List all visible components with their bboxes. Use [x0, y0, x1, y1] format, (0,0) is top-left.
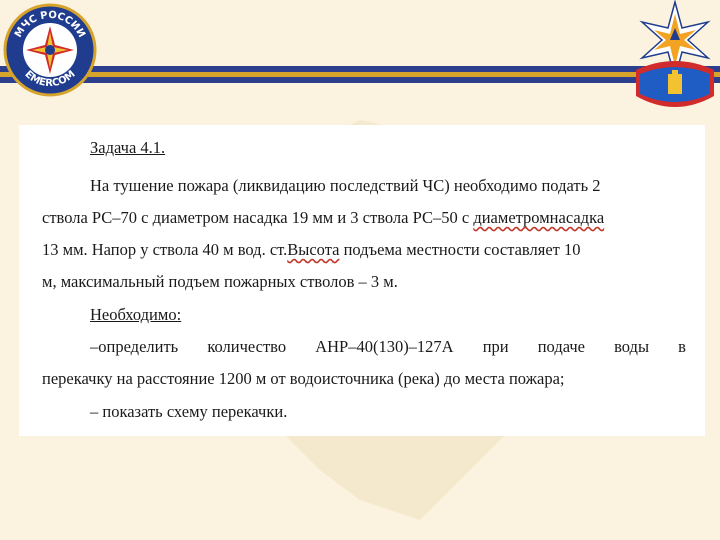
task-paragraph-line-1: На тушение пожара (ликвидацию последстви… [90, 176, 601, 195]
task-paragraph-line-4: м, максимальный подъем пожарных стволов … [42, 272, 398, 291]
item1-word: при [482, 337, 509, 356]
required-heading: Необходимо: [90, 305, 182, 324]
emercom-emblem-icon: МЧС РОССИИ EMERCOM [3, 3, 97, 97]
regional-emblem-icon [636, 0, 714, 107]
header-banner: МЧС РОССИИ EMERCOM [0, 0, 720, 107]
task-title: Задача 4.1. [90, 138, 166, 157]
header-stripe-blue-lower [0, 77, 720, 83]
line2-text: ствола РС–70 с диаметром насадка 19 мм и… [42, 208, 474, 227]
line3-spellcheck-word: Высота [287, 240, 340, 259]
item1-word: в [678, 337, 686, 356]
item1-word: –определить [90, 337, 179, 356]
task-paragraph-line-2: ствола РС–70 с диаметром насадка 19 мм и… [42, 208, 604, 228]
line2-spellcheck-word: диаметромнасадка [473, 208, 605, 227]
item1-word: АНР–40(130)–127А [315, 337, 454, 356]
required-item-1-continued: перекачку на расстояние 1200 м от водоис… [42, 369, 565, 388]
task-content-box: Задача 4.1. На тушение пожара (ликвидаци… [19, 125, 705, 436]
line3-text-c: подъема местности составляет 10 [339, 240, 581, 259]
required-item-2: – показать схему перекачки. [90, 402, 288, 421]
task-paragraph-line-3: 13 мм. Напор у ствола 40 м вод. ст.Высот… [42, 240, 580, 260]
required-item-1: –определить количество АНР–40(130)–127А … [90, 337, 686, 357]
line3-text-a: 13 мм. Напор у ствола 40 м вод. ст. [42, 240, 288, 259]
item1-word: количество [207, 337, 287, 356]
item1-word: подаче [537, 337, 586, 356]
item1-word: воды [614, 337, 650, 356]
